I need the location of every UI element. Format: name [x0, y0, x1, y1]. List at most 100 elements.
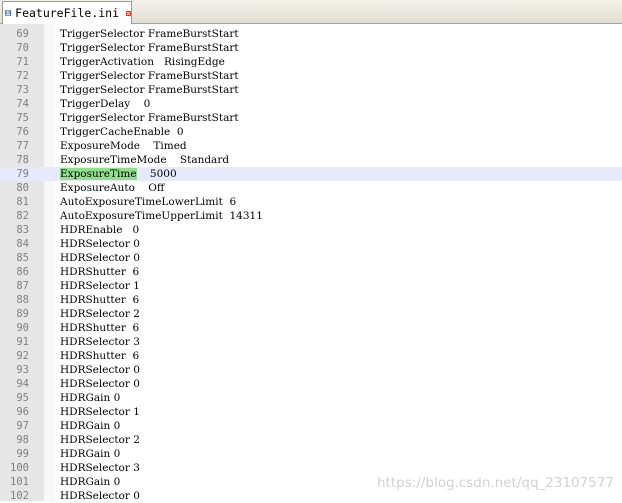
editor-line[interactable]: 90 HDRShutter 6 [0, 321, 622, 335]
line-number: 94 [16, 378, 29, 390]
line-text[interactable]: HDRSelector 1 [60, 279, 140, 293]
line-text[interactable]: ExposureAuto Off [60, 181, 164, 195]
line-number: 91 [16, 336, 29, 348]
line-number: 97 [16, 420, 29, 432]
editor-line[interactable]: 98 HDRSelector 2 [0, 433, 622, 447]
line-text[interactable]: HDRSelector 0 [60, 363, 140, 377]
editor-line[interactable]: 69 TriggerSelector FrameBurstStart [0, 27, 622, 41]
editor-line[interactable]: 99 HDRGain 0 [0, 447, 622, 461]
line-number: 69 [16, 28, 29, 40]
editor-line[interactable]: 97 HDRGain 0 [0, 419, 622, 433]
line-text[interactable]: ExposureTime 5000 [60, 167, 177, 181]
line-number: 89 [16, 308, 29, 320]
line-number: 95 [16, 392, 29, 404]
line-text[interactable]: ExposureMode Timed [60, 139, 187, 153]
line-text[interactable]: HDRGain 0 [60, 391, 120, 405]
line-number: 93 [16, 364, 29, 376]
line-text[interactable]: HDRSelector 2 [60, 433, 140, 447]
editor-line[interactable]: 72 TriggerSelector FrameBurstStart [0, 69, 622, 83]
line-text[interactable]: TriggerSelector FrameBurstStart [60, 27, 239, 41]
line-number: 98 [16, 434, 29, 446]
editor-line[interactable]: 96 HDRSelector 1 [0, 405, 622, 419]
line-text[interactable]: HDRShutter 6 [60, 321, 139, 335]
editor-line[interactable]: 78 ExposureTimeMode Standard [0, 153, 622, 167]
selected-word-highlight: ExposureTime [60, 168, 137, 180]
line-number: 72 [16, 70, 29, 82]
line-text[interactable]: HDRShutter 6 [60, 265, 139, 279]
save-disk-icon [5, 10, 11, 16]
line-number: 79 [16, 168, 29, 180]
editor-line[interactable]: 93 HDRSelector 0 [0, 363, 622, 377]
line-text[interactable]: AutoExposureTimeLowerLimit 6 [60, 195, 236, 209]
line-number: 96 [16, 406, 29, 418]
line-text[interactable]: TriggerCacheEnable 0 [60, 125, 184, 139]
line-number: 92 [16, 350, 29, 362]
line-text[interactable]: TriggerActivation RisingEdge [60, 55, 225, 69]
line-text[interactable]: HDRSelector 3 [60, 335, 140, 349]
editor-line[interactable]: 71 TriggerActivation RisingEdge [0, 55, 622, 69]
line-text[interactable]: HDREnable 0 [60, 223, 139, 237]
editor-line[interactable]: 82 AutoExposureTimeUpperLimit 14311 [0, 209, 622, 223]
editor-line[interactable]: 80 ExposureAuto Off [0, 181, 622, 195]
editor-line[interactable]: 84 HDRSelector 0 [0, 237, 622, 251]
line-text[interactable]: HDRSelector 1 [60, 405, 140, 419]
editor-line[interactable]: 89 HDRSelector 2 [0, 307, 622, 321]
line-number: 76 [16, 126, 29, 138]
line-text[interactable]: HDRSelector 0 [60, 377, 140, 391]
editor-line[interactable]: 77 ExposureMode Timed [0, 139, 622, 153]
text-editor[interactable]: 69 TriggerSelector FrameBurstStart 70 Trigg… [0, 24, 622, 502]
line-text[interactable]: HDRGain 0 [60, 419, 120, 433]
editor-line[interactable]: 88 HDRShutter 6 [0, 293, 622, 307]
line-number: 71 [16, 56, 29, 68]
line-number: 101 [10, 476, 29, 488]
line-text[interactable]: HDRSelector 0 [60, 251, 140, 265]
line-text[interactable]: TriggerDelay 0 [60, 97, 150, 111]
line-number: 86 [16, 266, 29, 278]
tab-label: FeatureFile.ini [15, 6, 119, 20]
line-number: 100 [10, 462, 29, 474]
line-text[interactable]: TriggerSelector FrameBurstStart [60, 83, 239, 97]
editor-line[interactable]: 74 TriggerDelay 0 [0, 97, 622, 111]
editor-line[interactable]: 92 HDRShutter 6 [0, 349, 622, 363]
watermark: https://blog.csdn.net/qq_23107577 [376, 475, 614, 491]
editor-line[interactable]: 100 HDRSelector 3 [0, 461, 622, 475]
line-number: 78 [16, 154, 29, 166]
editor-line[interactable]: 83 HDREnable 0 [0, 223, 622, 237]
editor-line[interactable]: 85 HDRSelector 0 [0, 251, 622, 265]
line-text[interactable]: HDRSelector 2 [60, 307, 140, 321]
editor-line[interactable]: 70 TriggerSelector FrameBurstStart [0, 41, 622, 55]
line-text[interactable]: AutoExposureTimeUpperLimit 14311 [60, 209, 263, 223]
editor-line[interactable]: 95 HDRGain 0 [0, 391, 622, 405]
line-number: 73 [16, 84, 29, 96]
line-text[interactable]: HDRShutter 6 [60, 293, 139, 307]
line-text[interactable]: HDRShutter 6 [60, 349, 139, 363]
editor-line[interactable]: 81 AutoExposureTimeLowerLimit 6 [0, 195, 622, 209]
line-number: 83 [16, 224, 29, 236]
editor-line[interactable]: 73 TriggerSelector FrameBurstStart [0, 83, 622, 97]
editor-line[interactable]: 87 HDRSelector 1 [0, 279, 622, 293]
line-number: 75 [16, 112, 29, 124]
line-number: 87 [16, 280, 29, 292]
line-text[interactable]: ExposureTimeMode Standard [60, 153, 229, 167]
editor-line[interactable]: 94 HDRSelector 0 [0, 377, 622, 391]
line-number: 70 [16, 42, 29, 54]
editor-line[interactable]: 75 TriggerSelector FrameBurstStart [0, 111, 622, 125]
line-number: 80 [16, 182, 29, 194]
editor-line[interactable]: 86 HDRShutter 6 [0, 265, 622, 279]
line-text[interactable]: TriggerSelector FrameBurstStart [60, 69, 239, 83]
tab-featurefile[interactable]: FeatureFile.ini [2, 1, 132, 24]
line-text[interactable]: TriggerSelector FrameBurstStart [60, 111, 239, 125]
line-text[interactable]: TriggerSelector FrameBurstStart [60, 41, 239, 55]
line-number: 82 [16, 210, 29, 222]
line-text[interactable]: HDRGain 0 [60, 475, 120, 489]
editor-line[interactable]: 91 HDRSelector 3 [0, 335, 622, 349]
line-text[interactable]: HDRGain 0 [60, 447, 120, 461]
line-number: 84 [16, 238, 29, 250]
line-text[interactable]: HDRSelector 3 [60, 461, 140, 475]
line-text[interactable]: HDRSelector 0 [60, 237, 140, 251]
editor-line[interactable]: 76 TriggerCacheEnable 0 [0, 125, 622, 139]
line-number: 99 [16, 448, 29, 460]
line-number: 85 [16, 252, 29, 264]
close-icon[interactable] [126, 7, 131, 20]
editor-line[interactable]: 79 ExposureTime 5000 [0, 167, 622, 181]
